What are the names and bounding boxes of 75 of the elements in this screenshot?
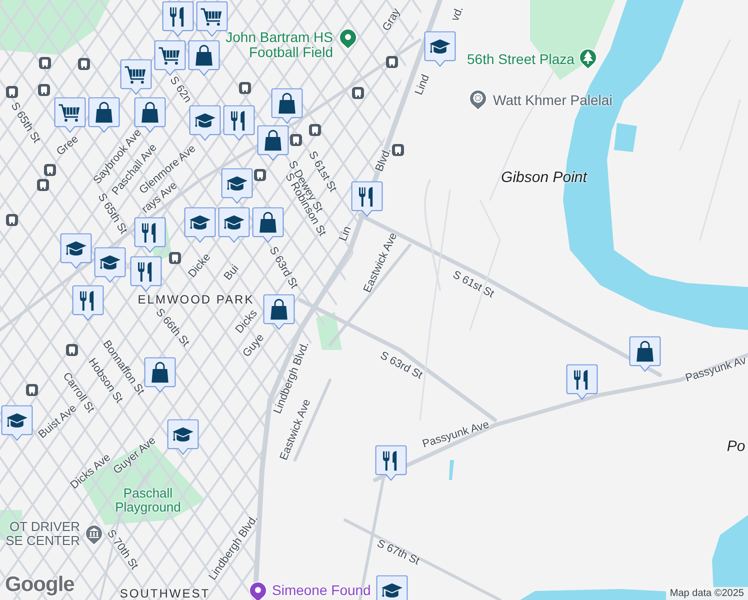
bus-stop-icon[interactable] — [309, 124, 321, 136]
neighborhood-label: ELMWOOD PARK — [138, 294, 254, 306]
island-label: Po — [726, 439, 746, 455]
graduation-cap-marker-icon[interactable] — [167, 419, 199, 455]
shopping-bag-marker-icon[interactable] — [629, 336, 661, 372]
place-label[interactable]: Simeone Found — [272, 583, 371, 598]
bus-stop-icon[interactable] — [386, 56, 398, 68]
park-label: Paschall Playground — [114, 486, 182, 514]
fork-knife-marker-icon[interactable] — [162, 1, 194, 37]
fork-knife-marker-icon[interactable] — [134, 217, 166, 253]
tree-pin-icon[interactable] — [578, 48, 598, 70]
fork-knife-marker-icon[interactable] — [223, 105, 255, 141]
bus-stop-icon[interactable] — [26, 384, 38, 396]
graduation-cap-marker-icon[interactable] — [184, 207, 216, 243]
fork-knife-marker-icon[interactable] — [72, 285, 104, 321]
bus-stop-icon[interactable] — [239, 82, 251, 94]
shopping-bag-marker-icon[interactable] — [263, 294, 295, 330]
bus-stop-icon[interactable] — [6, 214, 18, 226]
graduation-cap-marker-icon[interactable] — [60, 233, 92, 269]
fork-knife-marker-icon[interactable] — [130, 256, 162, 292]
graduation-cap-marker-icon[interactable] — [221, 168, 253, 204]
map-attribution: Map data ©2025 — [666, 587, 748, 600]
street-label: Gree — [55, 134, 81, 158]
google-logo: Google — [5, 573, 74, 597]
shopping-bag-marker-icon[interactable] — [88, 97, 120, 133]
bus-stop-icon[interactable] — [66, 344, 78, 356]
map-pin-icon[interactable] — [338, 28, 358, 50]
place-label[interactable]: John Bartram HS Football Field — [226, 30, 333, 61]
wheel-pin-icon[interactable] — [468, 89, 488, 111]
fork-knife-marker-icon[interactable] — [375, 445, 407, 481]
shopping-bag-marker-icon[interactable] — [252, 207, 284, 243]
graduation-cap-marker-icon[interactable] — [424, 31, 456, 67]
shopping-bag-marker-icon[interactable] — [257, 125, 289, 161]
map-pin-icon[interactable] — [248, 581, 268, 600]
bus-stop-icon[interactable] — [6, 86, 18, 98]
place-label[interactable]: OT DRIVER SE CENTER — [6, 520, 80, 549]
island-label: Gibson Point — [501, 170, 587, 186]
water-area — [614, 123, 637, 152]
street-label: S 62n — [167, 75, 193, 105]
bus-stop-icon[interactable] — [78, 58, 90, 70]
graduation-cap-marker-icon[interactable] — [1, 405, 33, 441]
pond — [449, 460, 454, 480]
shopping-cart-marker-icon[interactable] — [154, 40, 186, 76]
bus-stop-icon[interactable] — [38, 84, 50, 96]
shopping-bag-marker-icon[interactable] — [144, 357, 176, 393]
bus-stop-icon[interactable] — [392, 144, 404, 156]
bus-stop-icon[interactable] — [254, 169, 266, 181]
bus-stop-icon[interactable] — [169, 252, 181, 264]
shopping-cart-marker-icon[interactable] — [196, 1, 228, 37]
shopping-bag-marker-icon[interactable] — [271, 88, 303, 124]
fork-knife-marker-icon[interactable] — [566, 364, 598, 400]
shopping-bag-marker-icon[interactable] — [188, 40, 220, 76]
building-pin-icon[interactable] — [84, 524, 104, 546]
street-label: S 63rd St — [378, 350, 424, 382]
graduation-cap-marker-icon[interactable] — [94, 247, 126, 283]
street-label: Lin — [338, 225, 354, 243]
bus-stop-icon[interactable] — [39, 57, 51, 69]
bus-stop-icon[interactable] — [44, 164, 56, 176]
park-area — [316, 312, 342, 350]
bus-stop-icon[interactable] — [290, 134, 302, 146]
place-label[interactable]: 56th Street Plaza — [467, 52, 574, 68]
street-label: Lind — [414, 73, 432, 97]
bus-stop-icon[interactable] — [37, 179, 49, 191]
graduation-cap-marker-icon[interactable] — [218, 207, 250, 243]
graduation-cap-marker-icon[interactable] — [189, 105, 221, 141]
street-label: Blvd. — [374, 146, 394, 174]
neighborhood-label: SOUTHWEST — [120, 588, 210, 600]
fork-knife-marker-icon[interactable] — [351, 181, 383, 217]
shopping-cart-marker-icon[interactable] — [54, 97, 86, 133]
shopping-cart-marker-icon[interactable] — [120, 59, 152, 95]
bus-stop-icon[interactable] — [352, 87, 364, 99]
street-label: Bui — [222, 263, 242, 283]
street-label: S 61st St — [450, 270, 496, 300]
street-label: S 67th St — [375, 538, 421, 568]
street-label: vd. — [450, 5, 466, 23]
